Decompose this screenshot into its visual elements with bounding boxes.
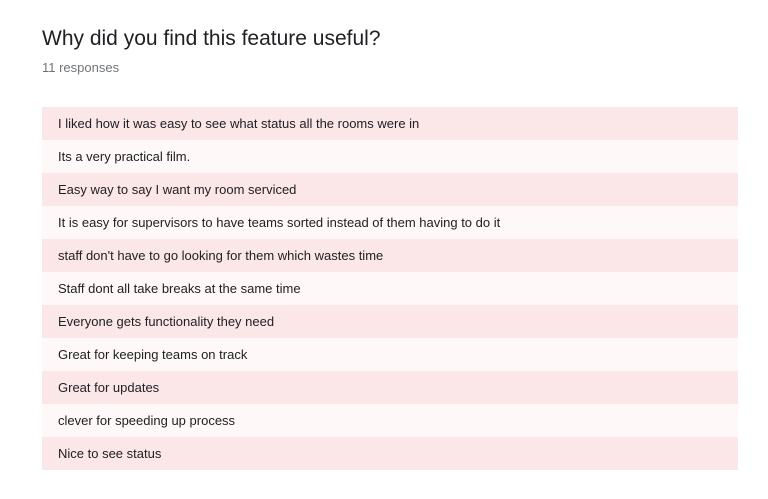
question-title: Why did you find this feature useful? — [42, 27, 381, 50]
response-row: Its a very practical film. — [42, 140, 738, 173]
response-row: Nice to see status — [42, 437, 738, 470]
response-row: It is easy for supervisors to have teams… — [42, 206, 738, 239]
response-row: Easy way to say I want my room serviced — [42, 173, 738, 206]
response-row: Staff dont all take breaks at the same t… — [42, 272, 738, 305]
response-row: clever for speeding up process — [42, 404, 738, 437]
response-row: Great for keeping teams on track — [42, 338, 738, 371]
response-row: Great for updates — [42, 371, 738, 404]
response-list: I liked how it was easy to see what stat… — [42, 107, 738, 470]
response-row: I liked how it was easy to see what stat… — [42, 107, 738, 140]
question-summary-card: Why did you find this feature useful? 11… — [0, 0, 768, 499]
response-row: staff don't have to go looking for them … — [42, 239, 738, 272]
response-count: 11 responses — [42, 60, 120, 75]
response-row: Everyone gets functionality they need — [42, 305, 738, 338]
